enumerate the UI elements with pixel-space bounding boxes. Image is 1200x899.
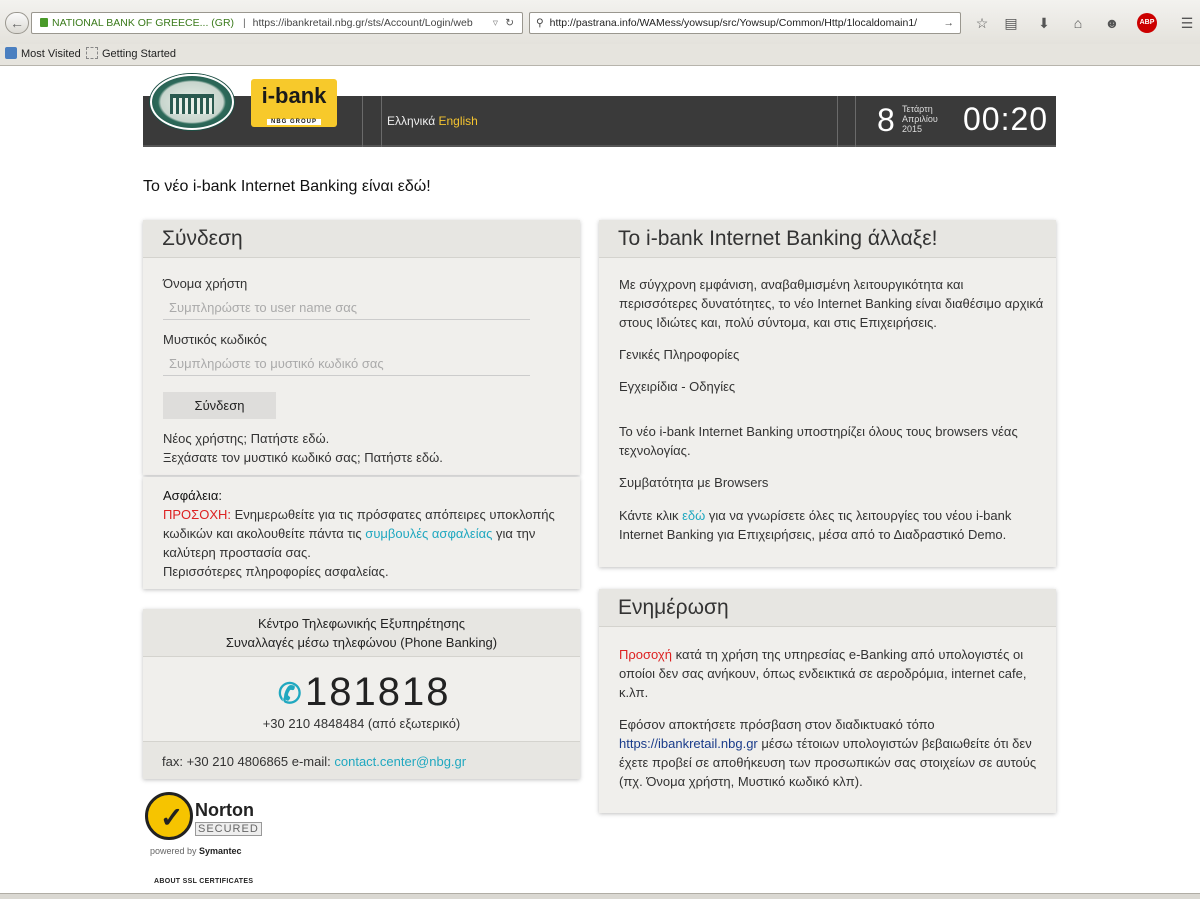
password-label: Μυστικός κωδικός [163, 332, 267, 347]
demo-text: Κάντε κλικ εδώ για να γνωρίσετε όλες τις… [619, 508, 1012, 542]
status-bar [0, 893, 1200, 899]
date-text: Τετάρτη Απριλίου 2015 [902, 104, 938, 134]
checkmark-icon: ✓ [145, 792, 193, 840]
changes-intro: Με σύγχρονη εμφάνιση, αναβαθμισμένη λειτ… [619, 277, 1044, 330]
phone-icon: ✆ [278, 678, 302, 709]
contact-info: fax: +30 210 4806865 e-mail: contact.cen… [162, 754, 467, 769]
changes-title: Το i-bank Internet Banking άλλαξε! [599, 220, 1056, 258]
date-day: 8 [877, 102, 895, 138]
page-title: Το νέο i-bank Internet Banking είναι εδώ… [143, 178, 431, 195]
security-text: ΠΡΟΣΟΧΗ: Ενημερωθείτε για τις πρόσφατες … [163, 507, 555, 560]
browser-toolbar: ← NATIONAL BANK OF GREECE... (GR) | http… [0, 0, 1200, 44]
ibank-logo[interactable]: i-bank NBG GROUP [251, 79, 337, 127]
more-security-link[interactable]: Περισσότερες πληροφορίες ασφαλείας. [163, 562, 389, 581]
clock: 00:20 [963, 101, 1049, 137]
security-title: Ασφάλεια: [163, 488, 222, 503]
login-button[interactable]: Σύνδεση [163, 392, 276, 419]
password-input[interactable] [163, 352, 530, 376]
download-icon[interactable]: ⬇ [1033, 12, 1055, 34]
nbg-logo[interactable] [150, 74, 234, 130]
chat-icon[interactable]: ☻ [1101, 12, 1123, 34]
norton-seal[interactable]: ✓ Norton SECURED powered by Symantec [143, 790, 273, 860]
username-label: Όνομα χρήστη [163, 276, 248, 291]
search-icon: ⚲ [536, 17, 544, 29]
dropdown-icon[interactable]: ▿ [493, 13, 498, 33]
login-title: Σύνδεση [143, 220, 580, 258]
back-button-icon[interactable]: ← [5, 12, 29, 34]
phone-number: 181818 [305, 670, 451, 714]
language-switcher: Ελληνικά English [387, 114, 478, 128]
lang-greek[interactable]: Ελληνικά [387, 114, 435, 128]
manuals-link[interactable]: Εγχειρίδια - Οδηγίες [619, 377, 735, 396]
new-user-link[interactable]: Νέος χρήστης; Πατήστε εδώ. [163, 429, 329, 448]
bookmarks-bar: Most Visited Getting Started [0, 44, 1200, 66]
search-text: http://pastrana.info/WAMess/yowsup/src/Y… [549, 17, 918, 29]
browsers-link[interactable]: Συμβατότητα με Browsers [619, 473, 768, 492]
email-link[interactable]: contact.center@nbg.gr [334, 754, 466, 769]
go-arrow-icon[interactable]: → [944, 13, 955, 33]
address-bar[interactable]: NATIONAL BANK OF GREECE... (GR) | https:… [31, 12, 523, 34]
reload-icon[interactable]: ↻ [505, 13, 514, 33]
search-bar[interactable]: ⚲ http://pastrana.info/WAMess/yowsup/src… [529, 12, 961, 34]
general-info-link[interactable]: Γενικές Πληροφορίες [619, 345, 739, 364]
folder-icon [5, 47, 17, 59]
ssl-certificates-link[interactable]: ABOUT SSL CERTIFICATES [154, 878, 253, 885]
lang-english[interactable]: English [438, 114, 477, 128]
page-icon [86, 47, 98, 59]
demo-link[interactable]: εδώ [682, 508, 705, 523]
address-url: https://ibankretail.nbg.gr/sts/Account/L… [252, 17, 473, 29]
news-title: Ενημέρωση [599, 589, 1056, 627]
phone-abroad: +30 210 4848484 (από εξωτερικό) [262, 716, 461, 731]
bookmark-getting-started[interactable]: Getting Started [86, 47, 176, 60]
news-warning: Προσοχή κατά τη χρήση της υπηρεσίας e-Ba… [619, 647, 1027, 700]
phone-banking-subtitle: Συναλλαγές μέσω τηλεφώνου (Phone Banking… [225, 635, 498, 650]
phone-center-title: Κέντρο Τηλεφωνικής Εξυπηρέτησης [257, 616, 466, 631]
site-identity: NATIONAL BANK OF GREECE... (GR) [52, 17, 235, 29]
reading-list-icon[interactable]: ▤ [1000, 12, 1022, 34]
browsers-text: Το νέο i-bank Internet Banking υποστηρίζ… [619, 424, 1018, 458]
adblock-icon[interactable]: ABP [1137, 13, 1157, 33]
lock-icon [40, 18, 48, 27]
star-icon[interactable]: ☆ [971, 12, 993, 34]
home-icon[interactable]: ⌂ [1067, 12, 1089, 34]
username-input[interactable] [163, 296, 530, 320]
news-access: Εφόσον αποκτήσετε πρόσβαση στον διαδικτυ… [619, 717, 1037, 789]
ibank-url-link[interactable]: https://ibankretail.nbg.gr [619, 736, 758, 751]
menu-icon[interactable]: ☰ [1176, 12, 1198, 34]
forgot-password-link[interactable]: Ξεχάσατε τον μυστικό κωδικό σας; Πατήστε… [163, 448, 443, 467]
bookmark-most-visited[interactable]: Most Visited [5, 47, 81, 60]
security-tips-link[interactable]: συμβουλές ασφαλείας [365, 526, 492, 541]
